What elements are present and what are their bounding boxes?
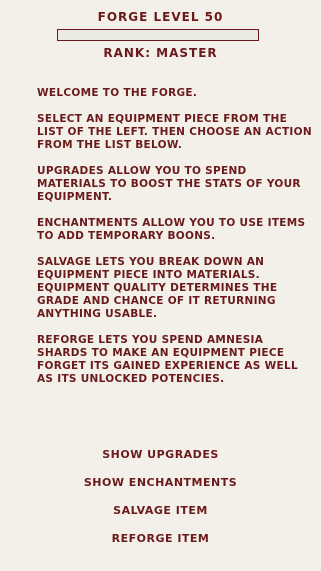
forge-level-title: FORGE LEVEL 50	[97, 10, 224, 24]
salvage-item-button[interactable]: SALVAGE ITEM	[0, 504, 321, 517]
show-upgrades-button[interactable]: SHOW UPGRADES	[0, 448, 321, 461]
welcome-text: WELCOME TO THE FORGE.	[37, 87, 198, 99]
forge-rank-label: RANK: MASTER	[103, 46, 218, 60]
forge-level-progress-bar	[57, 29, 259, 41]
enchantments-description: ENCHANTMENTS ALLOW YOU TO USE ITEMS TO A…	[37, 217, 306, 242]
salvage-description: SALVAGE LETS YOU BREAK DOWN AN EQUIPMENT…	[37, 256, 278, 320]
reforge-item-button[interactable]: REFORGE ITEM	[0, 532, 321, 545]
show-enchantments-button[interactable]: SHOW ENCHANTMENTS	[0, 476, 321, 489]
reforge-description: REFORGE LETS YOU SPEND AMNESIA SHARDS TO…	[37, 334, 298, 385]
upgrades-description: UPGRADES ALLOW YOU TO SPEND MATERIALS TO…	[37, 165, 301, 203]
instructions-text: SELECT AN EQUIPMENT PIECE FROM THE LIST …	[37, 113, 312, 151]
